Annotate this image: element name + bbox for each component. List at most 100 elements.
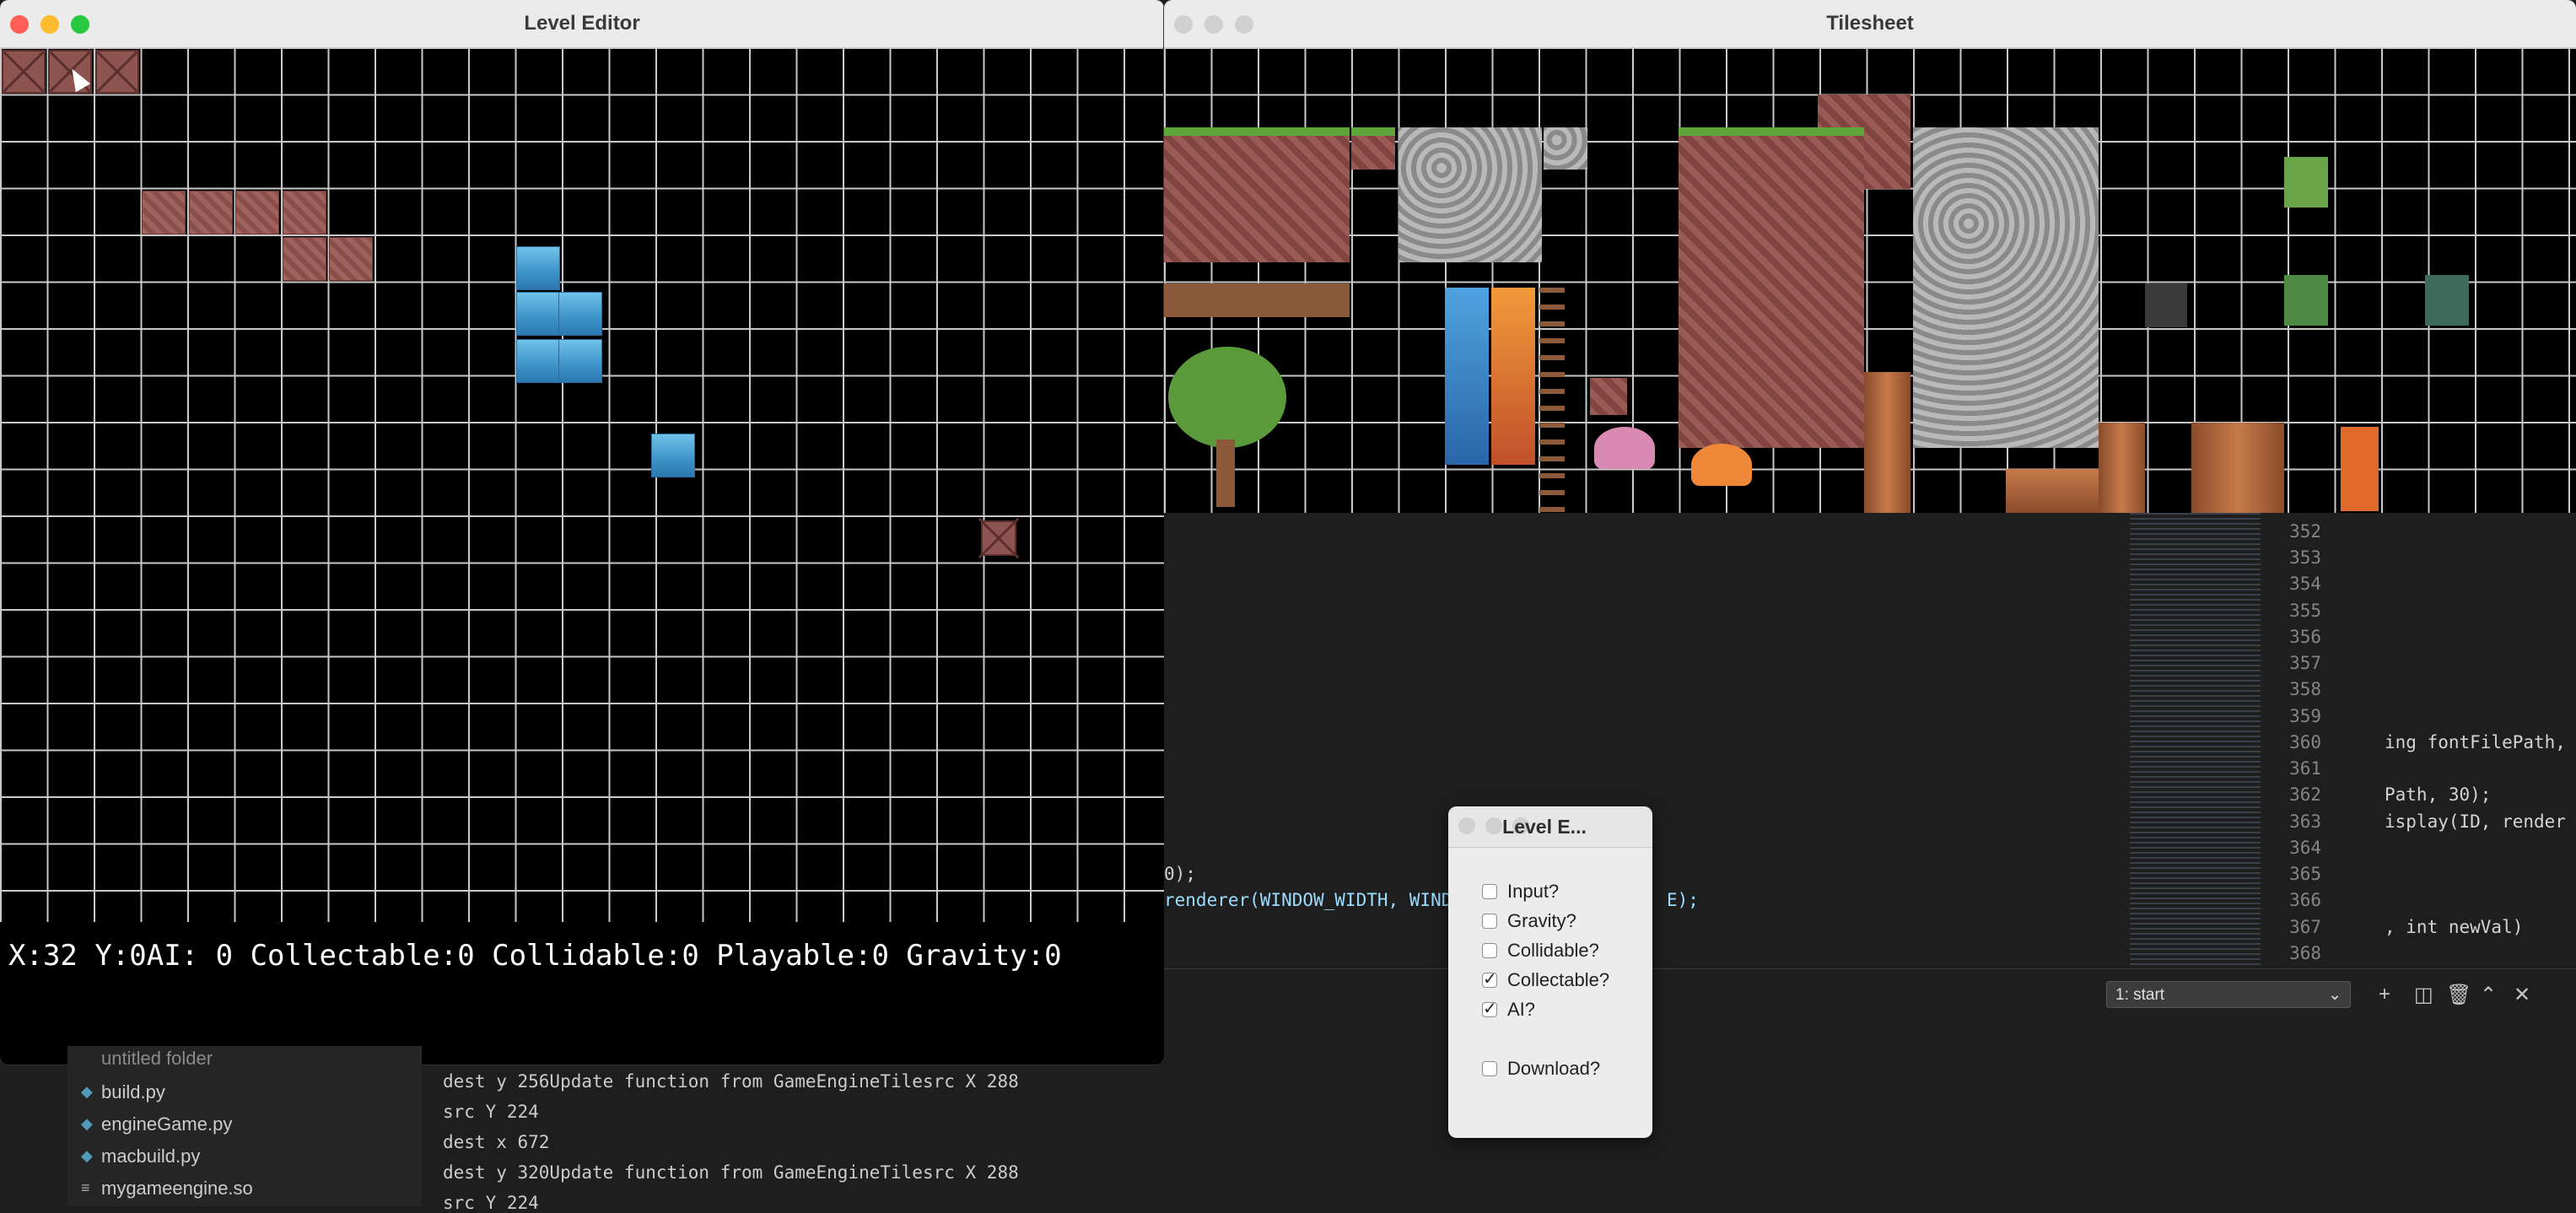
file-item[interactable]: ≡ mygameengine.so [81,1178,253,1200]
close-icon[interactable]: ✕ [2514,983,2530,1007]
level-grid-canvas[interactable] [0,47,1164,922]
level-editor-window[interactable]: Level Editor X:32 Y:0AI: 0 Collectable:0… [0,0,1164,1065]
crate-tile [1590,378,1627,415]
level-editor-dialog[interactable]: Level E... Input? Gravity? Collidable? C… [1448,806,1652,1138]
file-explorer: untitled folder ◆ build.py ◆ engineGame.py… [67,1046,422,1206]
trash-icon[interactable]: 🗑 [2446,983,2471,1007]
crate-tile [95,50,139,94]
checkbox-ai[interactable]: AI? [1482,998,1536,1021]
stone-tiles [1398,127,1542,262]
dialog-title: Level E... [1502,816,1587,838]
split-terminal-icon[interactable]: ◫ [2414,983,2433,1007]
chevron-up-icon[interactable]: ⌃ [2480,983,2497,1007]
file-label: mygameengine.so [101,1178,253,1199]
checkbox-collidable-box[interactable] [1482,943,1497,958]
dirt-tile [142,191,186,235]
line-number: 360 [2289,732,2321,752]
checkbox-collectable-box[interactable] [1482,968,1497,989]
line-number: 355 [2289,601,2321,621]
log-tile [1864,372,1910,513]
file-label: engineGame.py [101,1113,233,1135]
line-number: 363 [2289,811,2321,832]
terminal-line: src Y 224 [443,1193,539,1213]
dirt-tile [283,237,326,281]
line-number: 356 [2289,627,2321,647]
terminal-select-value: 1: start [2115,986,2165,1004]
grass-bush-tile [2284,157,2328,208]
python-file-icon: ◆ [81,1115,93,1132]
dark-tile [2145,283,2187,327]
stone-cross-tiles [1913,127,2099,448]
checkbox-collectable[interactable]: Collectable? [1482,968,1610,991]
code-line: , int newVal) [2385,917,2524,937]
checkbox-download[interactable]: Download? [1482,1058,1600,1080]
tilesheet-titlebar[interactable]: Tilesheet [1164,0,2576,48]
code-line: isplay(ID, render [2385,811,2566,832]
bush-dark-tile [2425,275,2469,326]
level-editor-status-bar: X:32 Y:0AI: 0 Collectable:0 Collidable:0… [0,922,1164,1065]
checkbox-gravity[interactable]: Gravity? [1482,910,1576,932]
water-tiles [1445,288,1489,465]
line-number: 364 [2289,838,2321,858]
file-item[interactable]: ◆ engineGame.py [81,1113,233,1135]
checkbox-label: Download? [1507,1058,1601,1079]
water-tile [516,246,560,290]
tilesheet-window[interactable]: Tilesheet [1164,0,2576,513]
water-tile [516,339,560,383]
file-item[interactable]: untitled folder [101,1048,213,1070]
checkbox-input[interactable]: Input? [1482,881,1559,903]
line-number-gutter: 352 353 354 355 356 357 358 359 360 361 … [2286,513,2328,968]
terminal-line: dest y 256Update function from GameEngin… [443,1071,1019,1092]
tilesheet-canvas[interactable] [1164,47,2576,513]
water-tile [516,292,560,336]
file-item[interactable]: ◆ build.py [81,1081,165,1103]
line-number: 354 [2289,574,2321,594]
level-editor-titlebar[interactable]: Level Editor [0,0,1164,48]
chevron-down-icon: ⌄ [2328,986,2342,1004]
mushroom-pink-sprite [1594,427,1655,469]
water-tile [651,434,695,477]
checkbox-input-box[interactable] [1482,884,1497,899]
file-label: untitled folder [101,1048,213,1069]
log-tiles [2191,423,2284,513]
sign-arrows-row [1164,283,1350,317]
terminal-line: dest y 320Update function from GameEngin… [443,1162,1019,1183]
checkbox-gravity-box[interactable] [1482,914,1497,929]
file-item[interactable]: ◆ macbuild.py [81,1146,201,1167]
checkbox-collidable[interactable]: Collidable? [1482,940,1599,962]
line-number: 362 [2289,784,2321,805]
tree-sprite [1164,347,1291,507]
crate-tile [2,50,46,94]
line-number: 366 [2289,890,2321,910]
line-number: 358 [2289,679,2321,699]
dirt-cross-tiles [1679,127,1864,448]
lava-tiles [1491,288,1535,465]
code-line: renderer(WINDOW_WIDTH, WINDO [1164,890,1463,910]
code-minimap[interactable] [2130,513,2261,968]
line-number: 357 [2289,653,2321,673]
terminal-toolbar: 1: start ⌄ + ◫ 🗑 ⌃ ✕ [1164,968,2576,1020]
code-line: ing fontFilePath, [2385,732,2566,752]
line-number: 361 [2289,758,2321,779]
checkbox-ai-box[interactable] [1482,998,1497,1019]
code-line: 0); [1164,864,1196,884]
checkbox-download-box[interactable] [1482,1061,1497,1076]
terminal-select[interactable]: 1: start ⌄ [2106,981,2351,1008]
file-label: macbuild.py [101,1146,201,1167]
binary-file-icon: ≡ [81,1179,90,1196]
checkbox-label: Collectable? [1507,969,1610,990]
dirt-tile [235,191,279,235]
code-editor[interactable]: 352 353 354 355 356 357 358 359 360 361 … [1164,513,2576,1206]
checkbox-label: Input? [1507,881,1560,902]
dirt-tile [283,191,326,235]
status-text: X:32 Y:0AI: 0 Collectable:0 Collidable:0… [8,939,1062,973]
add-terminal-icon[interactable]: + [2379,983,2390,1006]
crate-tile [981,520,1016,556]
file-label: build.py [101,1081,165,1102]
line-number: 359 [2289,706,2321,726]
checkbox-label: AI? [1507,999,1536,1020]
dirt-grass-tile [1351,127,1395,170]
line-number: 353 [2289,547,2321,568]
terminal-output[interactable]: dest y 256Update function from GameEngin… [422,1065,1265,1213]
dialog-titlebar[interactable]: Level E... [1448,806,1652,848]
